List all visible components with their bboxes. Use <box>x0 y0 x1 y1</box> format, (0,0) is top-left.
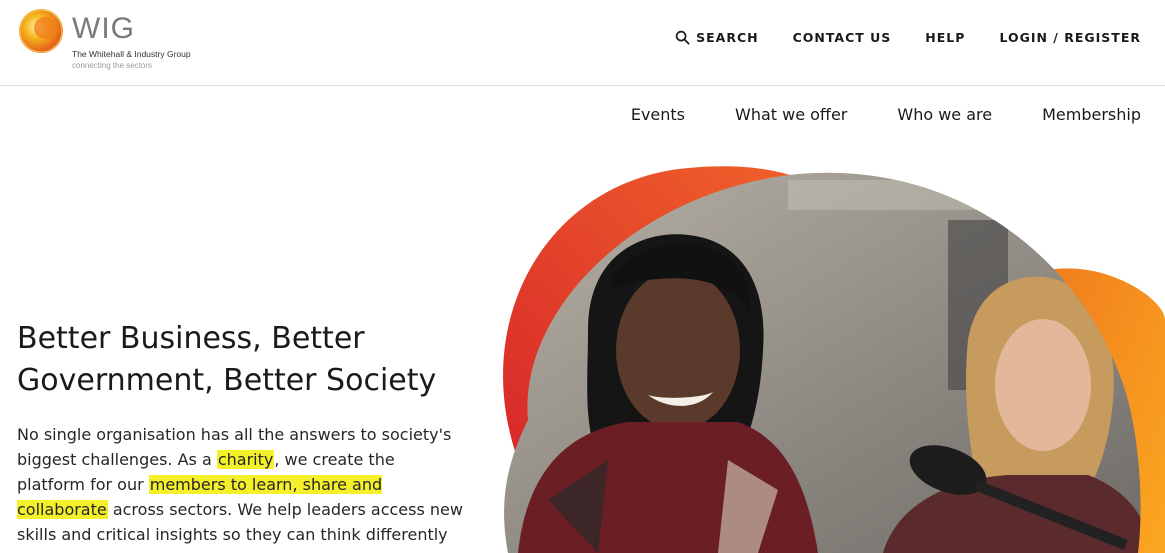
charity-link[interactable]: charity <box>216 450 275 469</box>
logo-full-name: The Whitehall & Industry Group <box>72 49 191 59</box>
nav-item-membership[interactable]: Membership <box>1042 105 1141 124</box>
logo-tagline: connecting the sectors <box>72 61 153 70</box>
search-icon <box>675 30 690 45</box>
hero-title: Better Business, Better Government, Bett… <box>17 318 487 402</box>
site-logo[interactable]: WIG The Whitehall & Industry Group conne… <box>18 8 218 74</box>
hero-description: No single organisation has all the answe… <box>17 422 467 553</box>
contact-us-link[interactable]: CONTACT US <box>793 30 892 45</box>
hero-title-line-1: Better Business, Better <box>17 321 365 356</box>
nav-item-what-we-offer[interactable]: What we offer <box>735 105 847 124</box>
help-link[interactable]: HELP <box>925 30 965 45</box>
nav-item-who-we-are[interactable]: Who we are <box>897 105 992 124</box>
search-label: SEARCH <box>696 30 759 45</box>
site-header: WIG The Whitehall & Industry Group conne… <box>0 0 1165 86</box>
hero-title-line-2: Government, Better Society <box>17 363 437 398</box>
main-nav: Events What we offer Who we are Membersh… <box>631 105 1141 124</box>
wig-logo-icon <box>19 9 63 53</box>
login-register-link[interactable]: LOGIN / REGISTER <box>999 30 1141 45</box>
search-link[interactable]: SEARCH <box>675 30 758 45</box>
hero-image <box>503 166 1165 553</box>
utility-nav: SEARCH CONTACT US HELP LOGIN / REGISTER <box>675 30 1141 45</box>
nav-item-events[interactable]: Events <box>631 105 685 124</box>
logo-wordmark: WIG <box>72 12 135 45</box>
